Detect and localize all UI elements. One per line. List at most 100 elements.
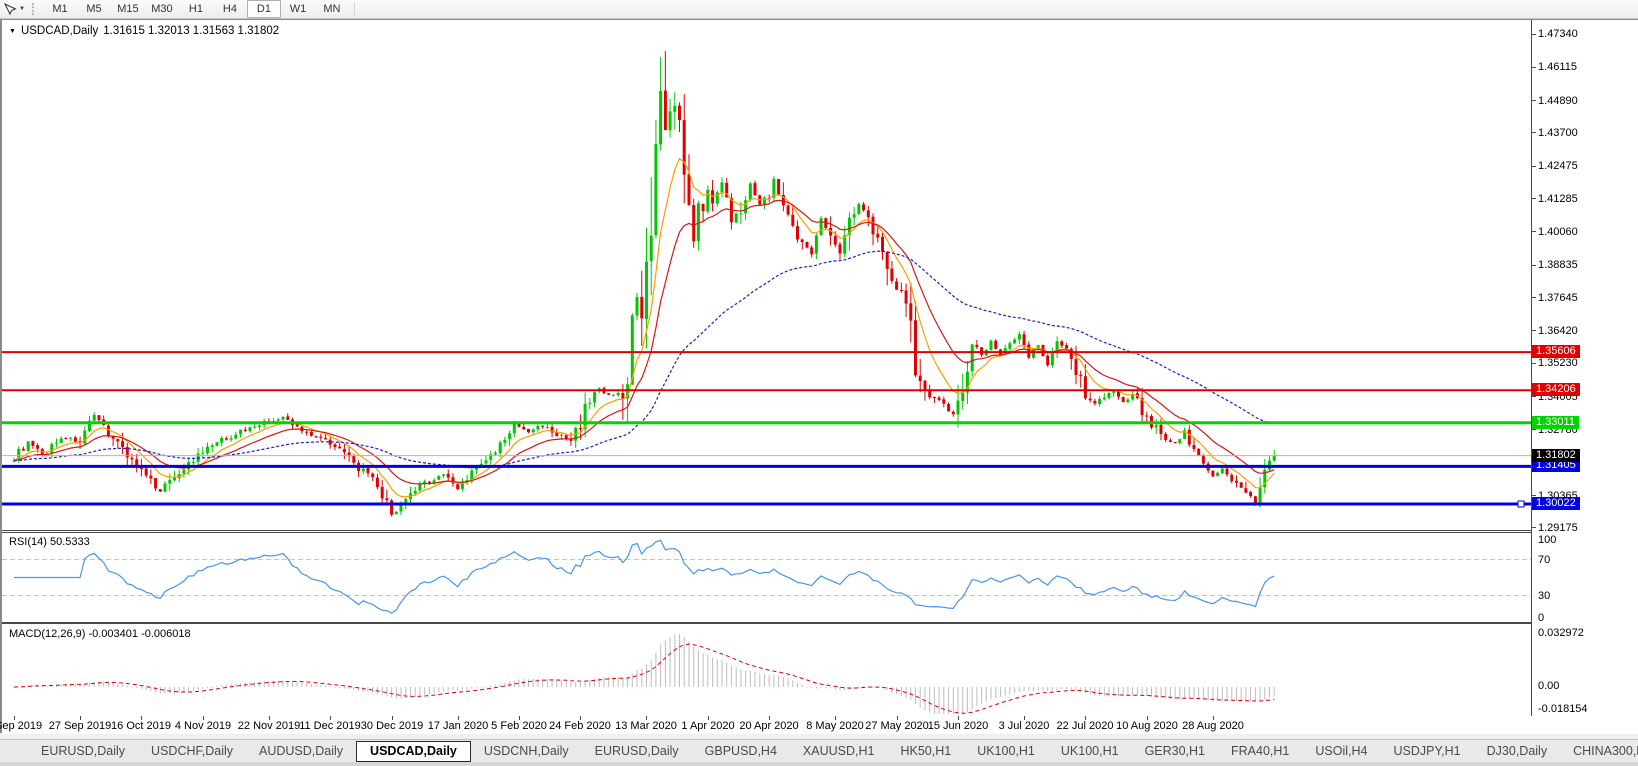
macd-histogram-bar <box>901 687 902 696</box>
chevron-down-icon[interactable]: ▼ <box>19 6 25 12</box>
price-axis[interactable]: 1.473401.461151.448901.437001.424751.412… <box>1531 20 1638 716</box>
macd-histogram-bar <box>788 679 789 688</box>
macd-histogram-bar <box>146 687 147 690</box>
macd-histogram-bar <box>717 659 718 687</box>
candle <box>640 297 643 319</box>
ma-fast-line <box>14 159 1274 497</box>
candle <box>376 478 379 488</box>
timeframe-button-mn[interactable]: MN <box>315 0 349 18</box>
chart-tab-usdchf-daily[interactable]: USDCHF,Daily <box>138 741 246 762</box>
macd-histogram-bar <box>1179 687 1180 699</box>
crosshair-tool-button[interactable]: ▼ <box>0 1 28 17</box>
chart-tab-audusd-daily[interactable]: AUDUSD,Daily <box>246 741 356 762</box>
chart-tab-eurusd-daily[interactable]: EURUSD,Daily <box>28 741 138 762</box>
macd-histogram-bar <box>1071 687 1072 689</box>
candle <box>532 430 535 433</box>
candle <box>522 427 525 430</box>
candle <box>664 91 667 131</box>
macd-histogram-bar <box>566 681 567 687</box>
macd-histogram-bar <box>1274 687 1275 696</box>
macd-histogram-bar <box>773 675 774 687</box>
macd-histogram-bar <box>1000 687 1001 697</box>
macd-chart[interactable] <box>2 624 1531 716</box>
candlestick-chart[interactable] <box>2 20 1531 530</box>
candle <box>1008 343 1011 349</box>
price-chart-panel[interactable]: ▼ USDCAD,Daily 1.31615 1.32013 1.31563 1… <box>2 20 1531 531</box>
timeframe-button-m1[interactable]: M1 <box>43 0 77 18</box>
chart-tab-china300-h1[interactable]: CHINA300,H1 <box>1560 741 1638 762</box>
candle <box>791 215 794 226</box>
candle <box>617 393 620 395</box>
symbol-dropdown-icon[interactable]: ▼ <box>9 28 16 35</box>
candle <box>947 404 950 412</box>
rsi-panel[interactable]: RSI(14) 50.5333 <box>2 532 1531 623</box>
macd-histogram-bar <box>825 687 826 688</box>
date-tick-label: 27 Sep 2019 <box>49 720 111 732</box>
candle <box>362 469 365 472</box>
timeframe-button-h1[interactable]: H1 <box>179 0 213 18</box>
macd-histogram-bar <box>212 687 213 688</box>
candle <box>560 435 563 436</box>
macd-histogram-bar <box>382 687 383 695</box>
candle <box>1060 341 1063 345</box>
macd-histogram-bar <box>1203 687 1204 700</box>
macd-histogram-bar <box>1231 687 1232 701</box>
macd-histogram-bar <box>311 684 312 687</box>
macd-histogram-bar <box>1019 687 1020 692</box>
candle <box>343 449 346 452</box>
chart-tab-eurusd-daily[interactable]: EURUSD,Daily <box>582 741 692 762</box>
chart-tab-xauusd-h1[interactable]: XAUUSD,H1 <box>790 741 888 762</box>
timeframe-button-m5[interactable]: M5 <box>77 0 111 18</box>
candle <box>1235 481 1238 483</box>
macd-histogram-bar <box>844 687 845 690</box>
candle <box>220 438 223 443</box>
chart-tab-usoil-h4[interactable]: USOil,H4 <box>1302 741 1380 762</box>
candle <box>735 214 738 223</box>
candle <box>990 341 993 350</box>
chart-tab-hk50-h1[interactable]: HK50,H1 <box>887 741 964 762</box>
macd-histogram-bar <box>920 687 921 708</box>
timeframe-button-h4[interactable]: H4 <box>213 0 247 18</box>
chart-tab-usdcnh-daily[interactable]: USDCNH,Daily <box>471 741 582 762</box>
candle <box>673 106 676 112</box>
chart-tab-dj30-daily[interactable]: DJ30,Daily <box>1474 741 1560 762</box>
chart-tab-usdjpy-h1[interactable]: USDJPY,H1 <box>1380 741 1473 762</box>
chart-tab-gbpusd-h4[interactable]: GBPUSD,H4 <box>692 741 790 762</box>
macd-histogram-bar <box>925 687 926 711</box>
candle <box>541 426 544 427</box>
macd-histogram-bar <box>61 684 62 687</box>
macd-histogram-bar <box>943 687 944 714</box>
candle <box>678 106 681 120</box>
price-tick-mark <box>1532 100 1536 101</box>
chart-tab-ger30-h1[interactable]: GER30,H1 <box>1132 741 1218 762</box>
price-tick-mark <box>1532 198 1536 199</box>
line-drag-handle[interactable] <box>1518 501 1524 507</box>
date-tick-label: 5 Feb 2020 <box>491 720 547 732</box>
macd-histogram-bar <box>655 653 656 687</box>
candle <box>650 236 653 261</box>
chart-tab-uk100-h1[interactable]: UK100,H1 <box>1048 741 1132 762</box>
timeframe-button-m30[interactable]: M30 <box>145 0 179 18</box>
candle <box>159 489 162 492</box>
macd-panel[interactable]: MACD(12,26,9) -0.003401 -0.006018 <box>2 623 1531 717</box>
candle <box>1188 430 1191 445</box>
timeframe-button-m15[interactable]: M15 <box>111 0 145 18</box>
macd-histogram-bar <box>622 678 623 687</box>
chart-tab-fra40-h1[interactable]: FRA40,H1 <box>1218 741 1302 762</box>
date-axis[interactable]: 9 Sep 201927 Sep 201916 Oct 20194 Nov 20… <box>2 716 1638 734</box>
chart-tab-usdcad-daily[interactable]: USDCAD,Daily <box>356 741 471 762</box>
rsi-chart[interactable] <box>2 533 1531 622</box>
chart-tab-uk100-h1[interactable]: UK100,H1 <box>964 741 1048 762</box>
candle <box>1023 334 1026 345</box>
timeframe-button-w1[interactable]: W1 <box>281 0 315 18</box>
rsi-axis-label: 70 <box>1538 554 1550 566</box>
timeframe-button-d1[interactable]: D1 <box>247 0 281 18</box>
candle <box>503 440 506 443</box>
macd-histogram-bar <box>75 684 76 687</box>
macd-histogram-bar <box>707 655 708 687</box>
candle <box>1122 397 1125 402</box>
candle <box>442 474 445 476</box>
macd-histogram-bar <box>1241 687 1242 701</box>
date-tick-label: 1 Apr 2020 <box>681 720 734 732</box>
candle <box>820 218 823 235</box>
